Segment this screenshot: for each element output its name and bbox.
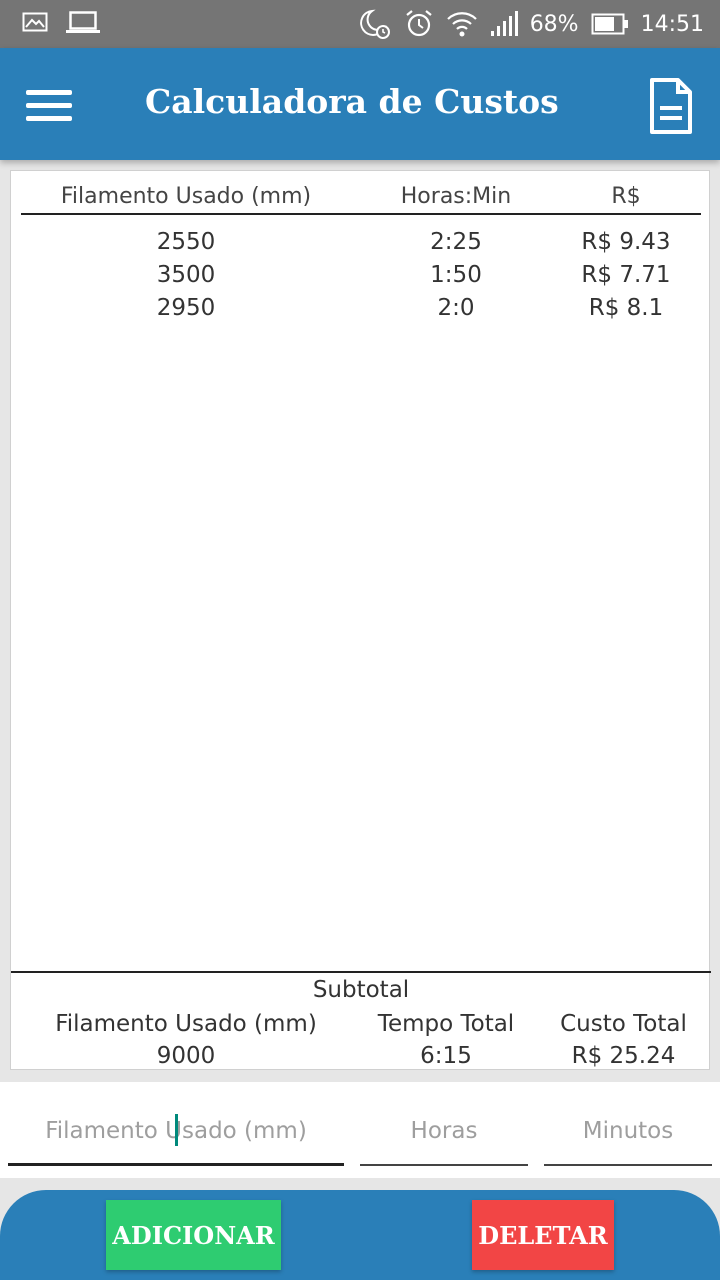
input-row: Filamento Usado (mm) Horas Minutos bbox=[0, 1082, 720, 1178]
page-title: Calculadora de Custos bbox=[145, 82, 559, 121]
subtotal-header-cost: Custo Total bbox=[560, 1011, 687, 1037]
signal-icon bbox=[490, 11, 518, 36]
minutes-underline bbox=[544, 1164, 712, 1166]
table-body: 2550 2:25 R$ 9.43 3500 1:50 R$ 7.71 2950… bbox=[21, 229, 701, 328]
app-bar: Calculadora de Custos bbox=[0, 48, 720, 160]
subtotal-filament: 9000 bbox=[156, 1043, 216, 1069]
cell-cost: R$ 8.1 bbox=[588, 295, 664, 321]
subtotal-title: Subtotal bbox=[312, 977, 410, 1003]
battery-icon bbox=[591, 13, 628, 35]
table-row[interactable]: 2950 2:0 R$ 8.1 bbox=[21, 295, 701, 328]
subtotal-header: Filamento Usado (mm) Tempo Total Custo T… bbox=[11, 1011, 711, 1041]
header-cost: R$ bbox=[611, 184, 641, 209]
bottom-bar: ADICIONAR DELETAR bbox=[0, 1190, 720, 1280]
hours-underline bbox=[360, 1164, 528, 1166]
cell-time: 2:25 bbox=[430, 229, 482, 255]
filament-input[interactable]: Filamento Usado (mm) bbox=[8, 1082, 344, 1166]
hours-input[interactable]: Horas bbox=[360, 1082, 528, 1166]
cell-filament: 3500 bbox=[156, 262, 216, 288]
minutes-input[interactable]: Minutos bbox=[544, 1082, 712, 1166]
laptop-icon bbox=[66, 11, 100, 33]
filament-underline bbox=[8, 1163, 344, 1166]
header-time: Horas:Min bbox=[400, 184, 512, 209]
cell-cost: R$ 7.71 bbox=[581, 262, 671, 288]
cell-time: 2:0 bbox=[437, 295, 475, 321]
delete-button[interactable]: DELETAR bbox=[472, 1200, 614, 1270]
night-mode-icon bbox=[359, 9, 390, 39]
text-cursor bbox=[175, 1114, 178, 1146]
subtotal-section: Subtotal Filamento Usado (mm) Tempo Tota… bbox=[11, 971, 711, 1071]
table-header: Filamento Usado (mm) Horas:Min R$ bbox=[21, 171, 701, 215]
wifi-icon bbox=[446, 12, 477, 37]
subtotal-cost: R$ 25.24 bbox=[571, 1043, 676, 1069]
results-card: Filamento Usado (mm) Horas:Min R$ 2550 2… bbox=[10, 170, 711, 1071]
cell-filament: 2950 bbox=[156, 295, 216, 321]
subtotal-header-time: Tempo Total bbox=[377, 1011, 515, 1037]
minutes-placeholder: Minutos bbox=[582, 1118, 674, 1144]
image-icon bbox=[22, 12, 48, 32]
menu-icon[interactable] bbox=[26, 88, 74, 122]
header-filament: Filamento Usado (mm) bbox=[60, 184, 312, 209]
subtotal-header-filament: Filamento Usado (mm) bbox=[55, 1011, 317, 1037]
document-icon[interactable] bbox=[648, 78, 694, 134]
status-bar: 68% 14:51 bbox=[0, 0, 720, 48]
cell-cost: R$ 9.43 bbox=[581, 229, 671, 255]
add-button[interactable]: ADICIONAR bbox=[106, 1200, 281, 1270]
cell-filament: 2550 bbox=[156, 229, 216, 255]
battery-percent: 68% bbox=[529, 11, 579, 37]
clock: 14:51 bbox=[640, 11, 704, 37]
subtotal-values: 9000 6:15 R$ 25.24 bbox=[11, 1043, 711, 1073]
alarm-icon bbox=[406, 10, 432, 37]
table-row[interactable]: 2550 2:25 R$ 9.43 bbox=[21, 229, 701, 262]
table-row[interactable]: 3500 1:50 R$ 7.71 bbox=[21, 262, 701, 295]
hours-placeholder: Horas bbox=[410, 1118, 478, 1144]
subtotal-time: 6:15 bbox=[420, 1043, 472, 1069]
cell-time: 1:50 bbox=[430, 262, 482, 288]
